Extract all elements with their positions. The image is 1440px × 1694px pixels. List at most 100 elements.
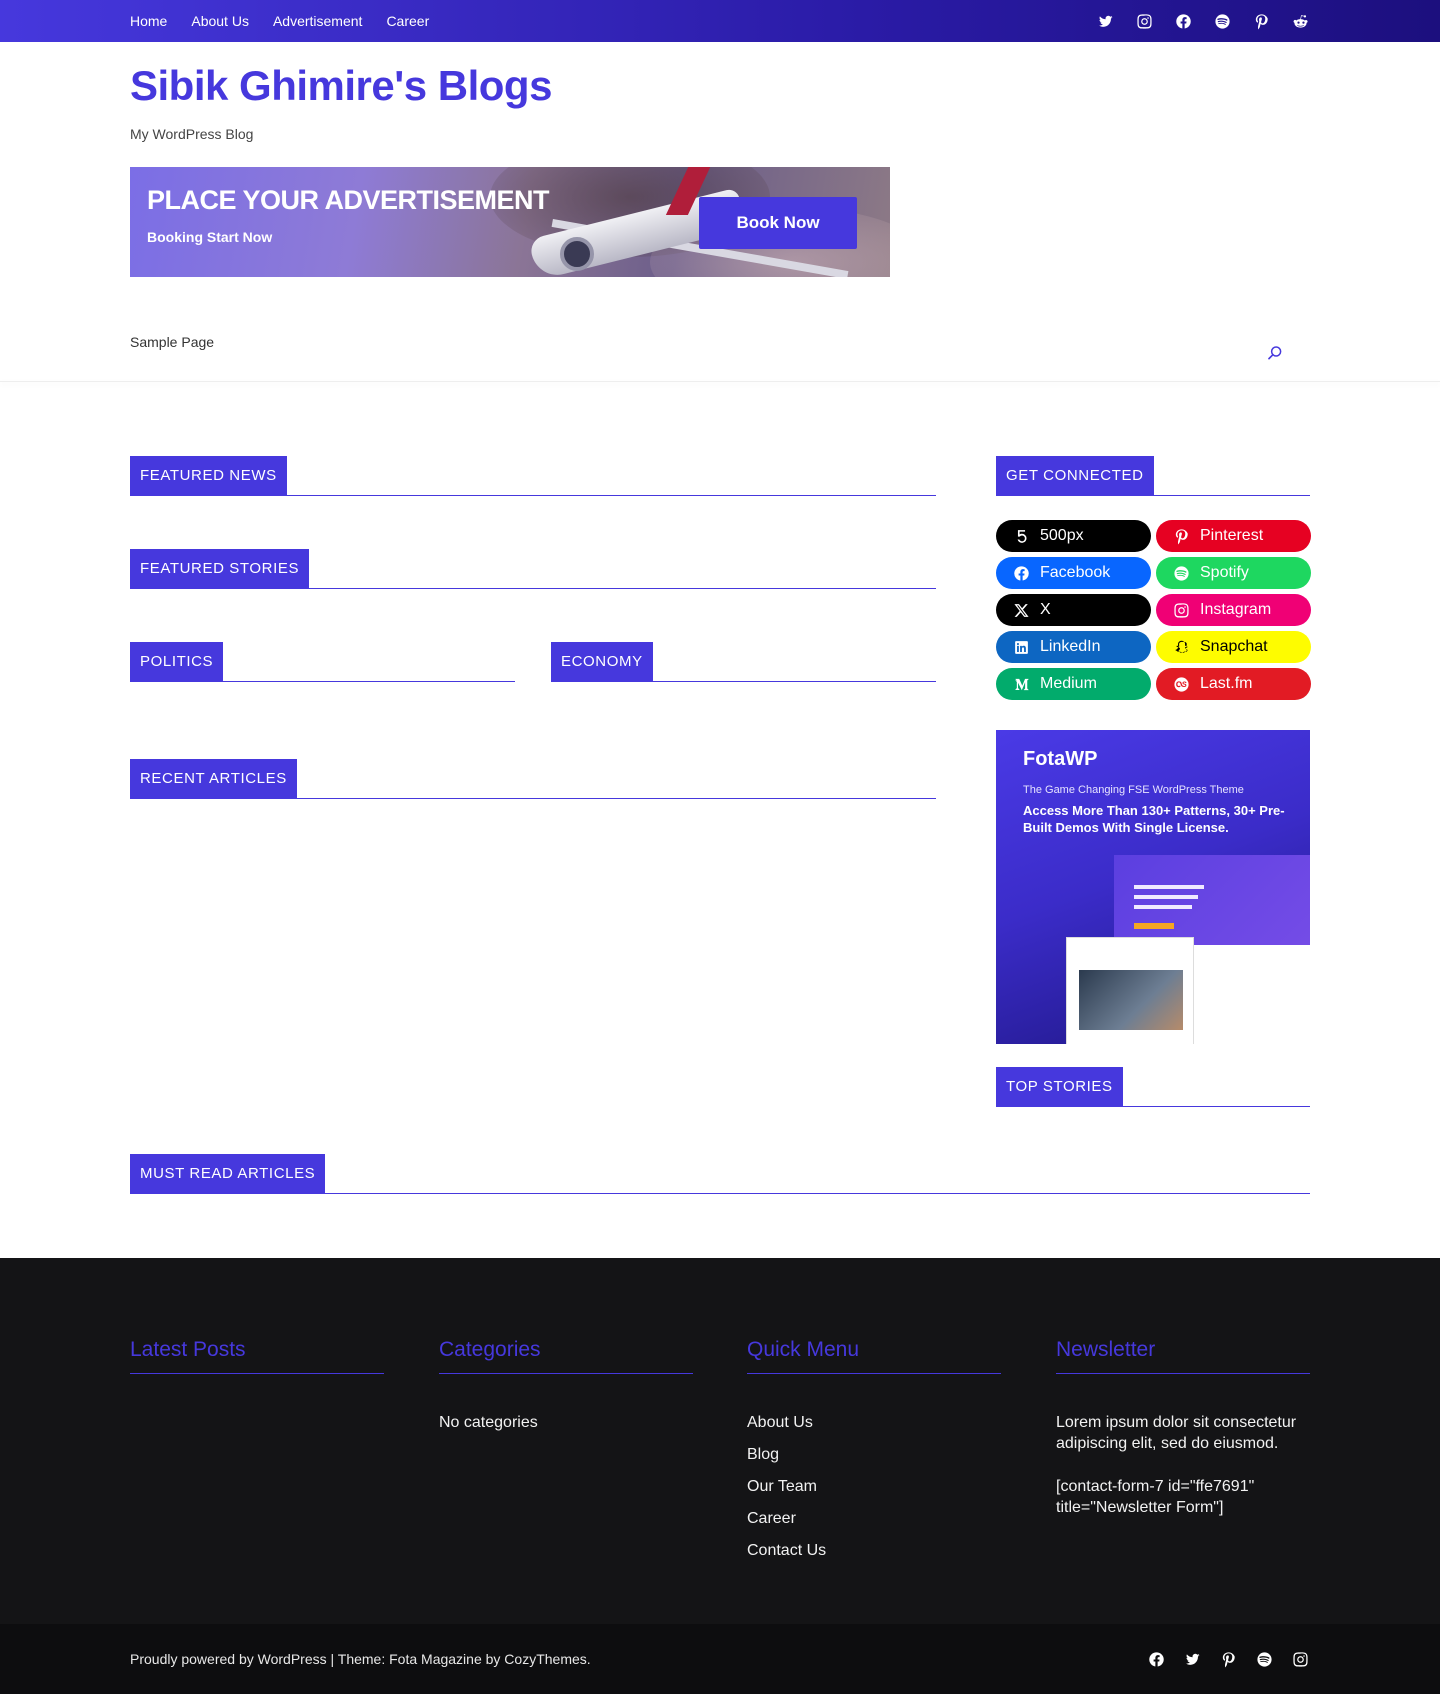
pinterest-icon[interactable] bbox=[1251, 11, 1271, 31]
fotawp-promo-banner[interactable]: FotaWP The Game Changing FSE WordPress T… bbox=[996, 730, 1310, 1044]
social-pill-snapchat[interactable]: Snapchat bbox=[1156, 631, 1311, 663]
section-title: FEATURED STORIES bbox=[130, 549, 310, 588]
top-bar: Home About Us Advertisement Career bbox=[0, 0, 1440, 42]
facebook-icon bbox=[1014, 565, 1029, 581]
section-featured-news: FEATURED NEWS bbox=[130, 456, 936, 496]
social-pill-linkedin[interactable]: LinkedIn bbox=[996, 631, 1151, 663]
social-pill-500px[interactable]: 500px bbox=[996, 520, 1151, 552]
book-now-button[interactable]: Book Now bbox=[699, 197, 857, 249]
newsletter-shortcode: [contact-form-7 id="ffe7691" title="News… bbox=[1056, 1478, 1255, 1516]
site-tagline: My WordPress Blog bbox=[130, 126, 254, 142]
social-pill-instagram[interactable]: Instagram bbox=[1156, 594, 1311, 626]
airplane-engine bbox=[560, 237, 594, 271]
social-pill-pinterest[interactable]: Pinterest bbox=[1156, 520, 1311, 552]
footer-column-title: Quick Menu bbox=[747, 1338, 1001, 1374]
footer-column-title: Categories bbox=[439, 1338, 693, 1374]
section-title: RECENT ARTICLES bbox=[130, 759, 297, 798]
medium-icon bbox=[1015, 678, 1029, 690]
preview-line bbox=[1134, 895, 1198, 899]
social-pill-facebook[interactable]: Facebook bbox=[996, 557, 1151, 589]
spotify-icon[interactable] bbox=[1254, 1649, 1274, 1669]
linkedin-icon bbox=[1015, 640, 1028, 654]
reddit-icon[interactable] bbox=[1290, 11, 1310, 31]
section-title: ECONOMY bbox=[551, 642, 653, 681]
section-get-connected: GET CONNECTED bbox=[996, 456, 1310, 496]
social-pill-label: Last.fm bbox=[1200, 675, 1253, 692]
search-icon[interactable] bbox=[1266, 344, 1286, 364]
section-recent-articles: RECENT ARTICLES bbox=[130, 759, 936, 799]
promo-text: Access More Than 130+ Patterns, 30+ Pre-… bbox=[1023, 803, 1285, 835]
instagram-icon bbox=[1174, 602, 1189, 618]
preview-line bbox=[1134, 905, 1192, 909]
social-pill-medium[interactable]: Medium bbox=[996, 668, 1151, 700]
lastfm-icon bbox=[1174, 676, 1189, 692]
social-pill-label: Medium bbox=[1040, 675, 1097, 692]
promo-subtitle: The Game Changing FSE WordPress Theme bbox=[1023, 784, 1244, 796]
social-pill-spotify[interactable]: Spotify bbox=[1156, 557, 1311, 589]
section-title: TOP STORIES bbox=[996, 1067, 1123, 1106]
section-top-stories: TOP STORIES bbox=[996, 1067, 1310, 1107]
nav-advertisement[interactable]: Advertisement bbox=[273, 13, 362, 29]
newsletter-body: Lorem ipsum dolor sit consectetur adipis… bbox=[1056, 1412, 1310, 1518]
theme-preview-cards bbox=[1174, 945, 1310, 1044]
instagram-icon[interactable] bbox=[1290, 1649, 1310, 1669]
ad-subline: Booking Start Now bbox=[147, 229, 273, 245]
twitter-icon[interactable] bbox=[1182, 1649, 1202, 1669]
theme-preview-post bbox=[1066, 937, 1194, 1044]
footer-newsletter: Newsletter Lorem ipsum dolor sit consect… bbox=[1056, 1338, 1310, 1518]
footer-social-links bbox=[1130, 1624, 1310, 1694]
nav-home[interactable]: Home bbox=[130, 13, 167, 29]
section-title: MUST READ ARTICLES bbox=[130, 1154, 326, 1193]
advertisement-banner[interactable]: PLACE YOUR ADVERTISEMENT Booking Start N… bbox=[130, 167, 890, 277]
footer-column-title: Newsletter bbox=[1056, 1338, 1310, 1374]
social-pill-lastfm[interactable]: Last.fm bbox=[1156, 668, 1311, 700]
section-politics: POLITICS bbox=[130, 642, 515, 682]
footer-latest-posts: Latest Posts bbox=[130, 1338, 384, 1374]
social-pill-label: LinkedIn bbox=[1040, 638, 1101, 655]
social-pill-label: Snapchat bbox=[1200, 638, 1268, 655]
nav-about-us[interactable]: About Us bbox=[191, 13, 249, 29]
instagram-icon[interactable] bbox=[1134, 11, 1154, 31]
newsletter-text: Lorem ipsum dolor sit consectetur adipis… bbox=[1056, 1414, 1297, 1452]
footer-link-career[interactable]: Career bbox=[747, 1508, 1001, 1529]
pinterest-icon[interactable] bbox=[1218, 1649, 1238, 1669]
preview-line bbox=[1134, 885, 1204, 889]
twitter-icon[interactable] bbox=[1095, 11, 1115, 31]
social-pill-label: Facebook bbox=[1040, 564, 1111, 581]
section-title: GET CONNECTED bbox=[996, 456, 1154, 495]
snapchat-icon bbox=[1175, 640, 1188, 653]
social-pill-label: 500px bbox=[1040, 527, 1084, 544]
pinterest-icon bbox=[1175, 528, 1188, 544]
section-must-read-articles: MUST READ ARTICLES bbox=[130, 1154, 1310, 1194]
social-pill-label: X bbox=[1040, 601, 1051, 618]
500px-icon bbox=[1017, 529, 1027, 543]
footer-credits[interactable]: Proudly powered by WordPress | Theme: Fo… bbox=[130, 1624, 591, 1694]
no-categories-text: No categories bbox=[439, 1414, 538, 1431]
social-pill-label: Pinterest bbox=[1200, 527, 1264, 544]
footer-bottom-bar: Proudly powered by WordPress | Theme: Fo… bbox=[0, 1624, 1440, 1694]
footer-link-our-team[interactable]: Our Team bbox=[747, 1476, 1001, 1497]
footer-categories: Categories No categories bbox=[439, 1338, 693, 1433]
laptop-photo bbox=[1079, 970, 1183, 1030]
social-pill-label: Instagram bbox=[1200, 601, 1272, 618]
nav-career[interactable]: Career bbox=[386, 13, 429, 29]
top-nav: Home About Us Advertisement Career bbox=[130, 0, 453, 42]
quick-menu-list: About Us Blog Our Team Career Contact Us bbox=[747, 1412, 1001, 1561]
section-title: FEATURED NEWS bbox=[130, 456, 287, 495]
social-pill-x[interactable]: X bbox=[996, 594, 1151, 626]
footer-link-blog[interactable]: Blog bbox=[747, 1444, 1001, 1465]
x-icon bbox=[1014, 603, 1029, 617]
site-title[interactable]: Sibik Ghimire's Blogs bbox=[130, 62, 552, 110]
section-economy: ECONOMY bbox=[551, 642, 936, 682]
facebook-icon[interactable] bbox=[1173, 11, 1193, 31]
footer-link-about-us[interactable]: About Us bbox=[747, 1412, 1001, 1433]
social-pill-label: Spotify bbox=[1200, 564, 1249, 581]
menu-sample-page[interactable]: Sample Page bbox=[130, 334, 214, 350]
preview-button bbox=[1134, 923, 1174, 929]
facebook-icon[interactable] bbox=[1146, 1649, 1166, 1669]
section-featured-stories: FEATURED STORIES bbox=[130, 549, 936, 589]
promo-title: FotaWP bbox=[1023, 748, 1098, 770]
footer-quick-menu: Quick Menu About Us Blog Our Team Career… bbox=[747, 1338, 1001, 1572]
spotify-icon[interactable] bbox=[1212, 11, 1232, 31]
footer-link-contact-us[interactable]: Contact Us bbox=[747, 1540, 1001, 1561]
